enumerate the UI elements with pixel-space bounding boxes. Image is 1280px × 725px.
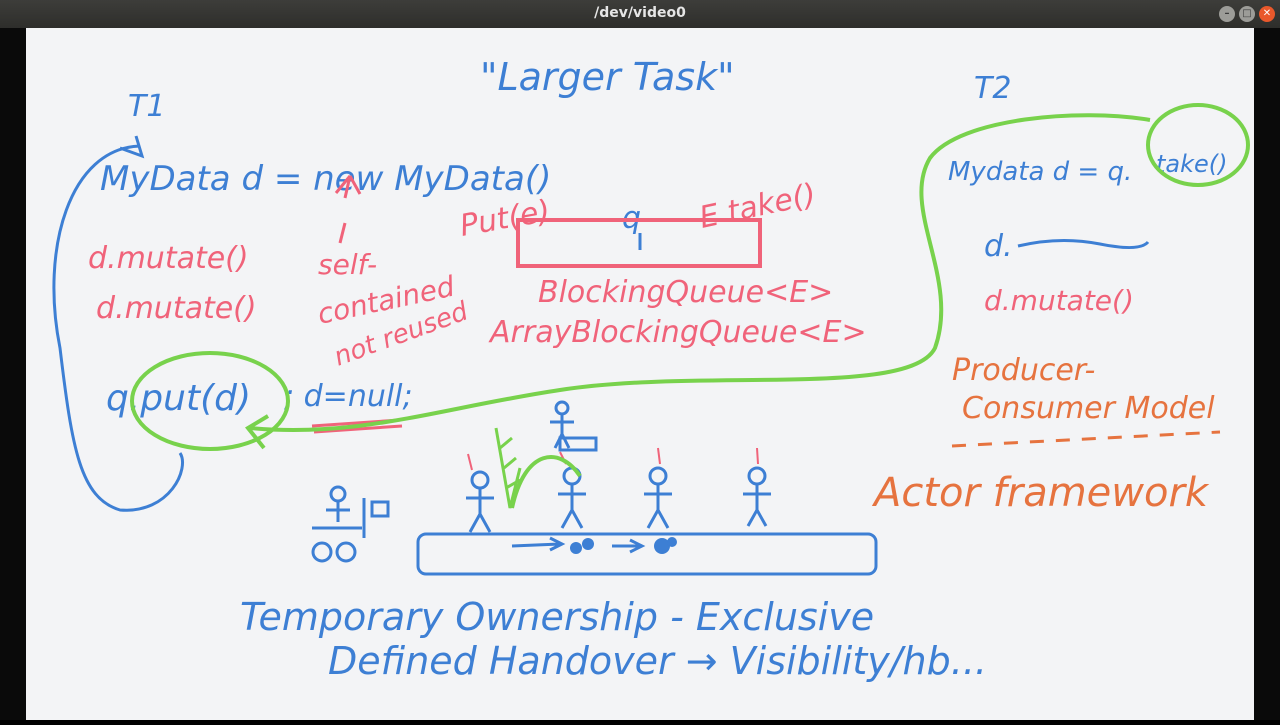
note-self: self- [318, 248, 377, 281]
footer-line-1: Temporary Ownership - Exclusive [240, 595, 874, 639]
t2-take-call: take() [1156, 150, 1228, 178]
t2-d-line: d. [984, 229, 1013, 264]
consumer-model-label: Consumer Model [962, 391, 1215, 426]
actor-framework-label: Actor framework [871, 470, 1210, 516]
queue-type-array: ArrayBlockingQueue<E> [488, 315, 867, 350]
t1-declaration: MyData d = new MyData() [100, 159, 551, 199]
t2-label: T2 [974, 71, 1011, 106]
t2-declaration: Mydata d = q. [948, 157, 1132, 187]
queue-type-blocking: BlockingQueue<E> [538, 275, 833, 310]
whiteboard-frame: "Larger Task" T1 MyData d = new MyData()… [26, 28, 1254, 720]
window-titlebar[interactable]: /dev/video0 – □ ✕ [0, 0, 1280, 28]
video-viewport: "Larger Task" T1 MyData d = new MyData()… [0, 28, 1280, 720]
maximize-icon[interactable]: □ [1239, 6, 1255, 22]
t1-mutate-2: d.mutate() [96, 291, 257, 326]
t1-label: T1 [128, 89, 165, 124]
t1-put-call: q.put(d) [106, 378, 251, 419]
footer-line-2: Defined Handover → Visibility/hb... [328, 639, 987, 683]
close-icon[interactable]: ✕ [1259, 6, 1275, 22]
minimize-icon[interactable]: – [1219, 6, 1235, 22]
t1-nullify: ; d=null; [284, 379, 413, 414]
board-heading: "Larger Task" [480, 55, 735, 99]
producer-label: Producer- [952, 353, 1095, 388]
window-title: /dev/video0 [594, 5, 686, 21]
t1-mutate-1: d.mutate() [88, 241, 249, 276]
t2-mutate: d.mutate() [984, 284, 1134, 317]
